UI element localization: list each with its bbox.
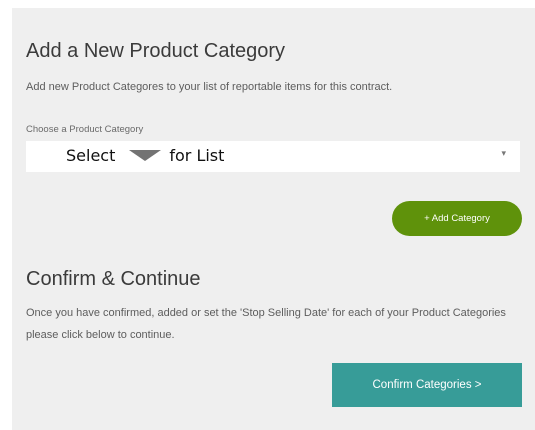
add-category-description: Add new Product Categores to your list o… xyxy=(26,81,393,93)
product-category-field-label: Choose a Product Category xyxy=(26,124,144,135)
confirm-continue-title: Confirm & Continue xyxy=(26,268,201,290)
product-category-panel: Add a New Product Category Add new Produ… xyxy=(12,8,535,430)
select-hint-prefix: Select xyxy=(66,146,116,165)
add-category-title: Add a New Product Category xyxy=(26,40,286,62)
select-hint-suffix: for List xyxy=(169,146,225,165)
confirm-categories-button[interactable]: Confirm Categories > xyxy=(332,363,522,407)
confirm-continue-description: Once you have confirmed, added or set th… xyxy=(26,307,506,341)
add-category-button[interactable]: + Add Category xyxy=(392,201,522,236)
chevron-down-icon: ▾ xyxy=(501,148,506,158)
product-category-select[interactable]: Select for List ▾ xyxy=(26,141,520,172)
down-triangle-icon xyxy=(129,150,162,161)
select-hint: Select for List xyxy=(66,146,224,165)
